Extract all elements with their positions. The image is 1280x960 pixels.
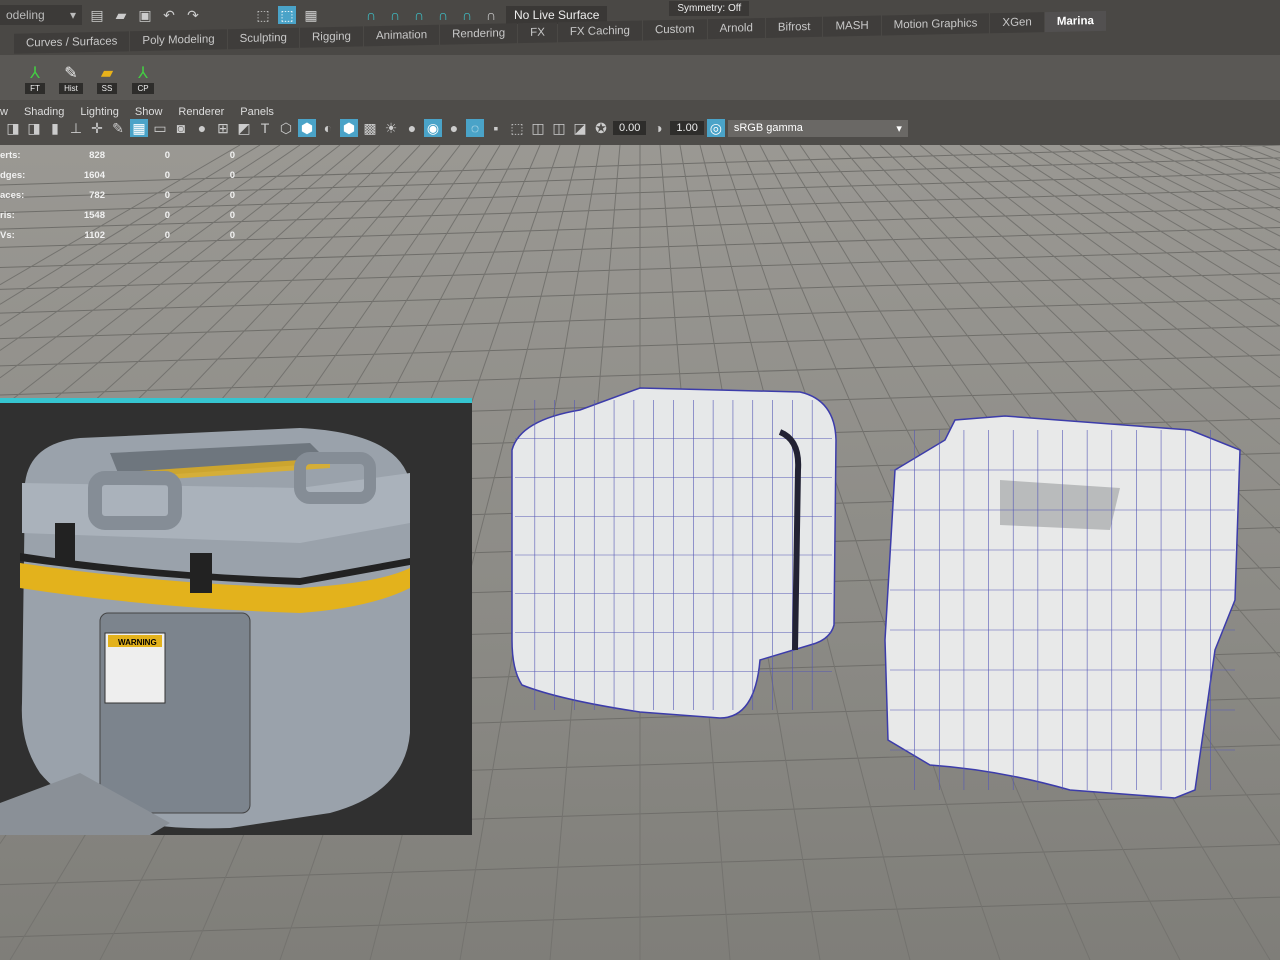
wireframe-crate-2[interactable] [884,415,1241,799]
wireframe-crate-1[interactable] [511,387,837,719]
scene-models [511,387,1241,799]
